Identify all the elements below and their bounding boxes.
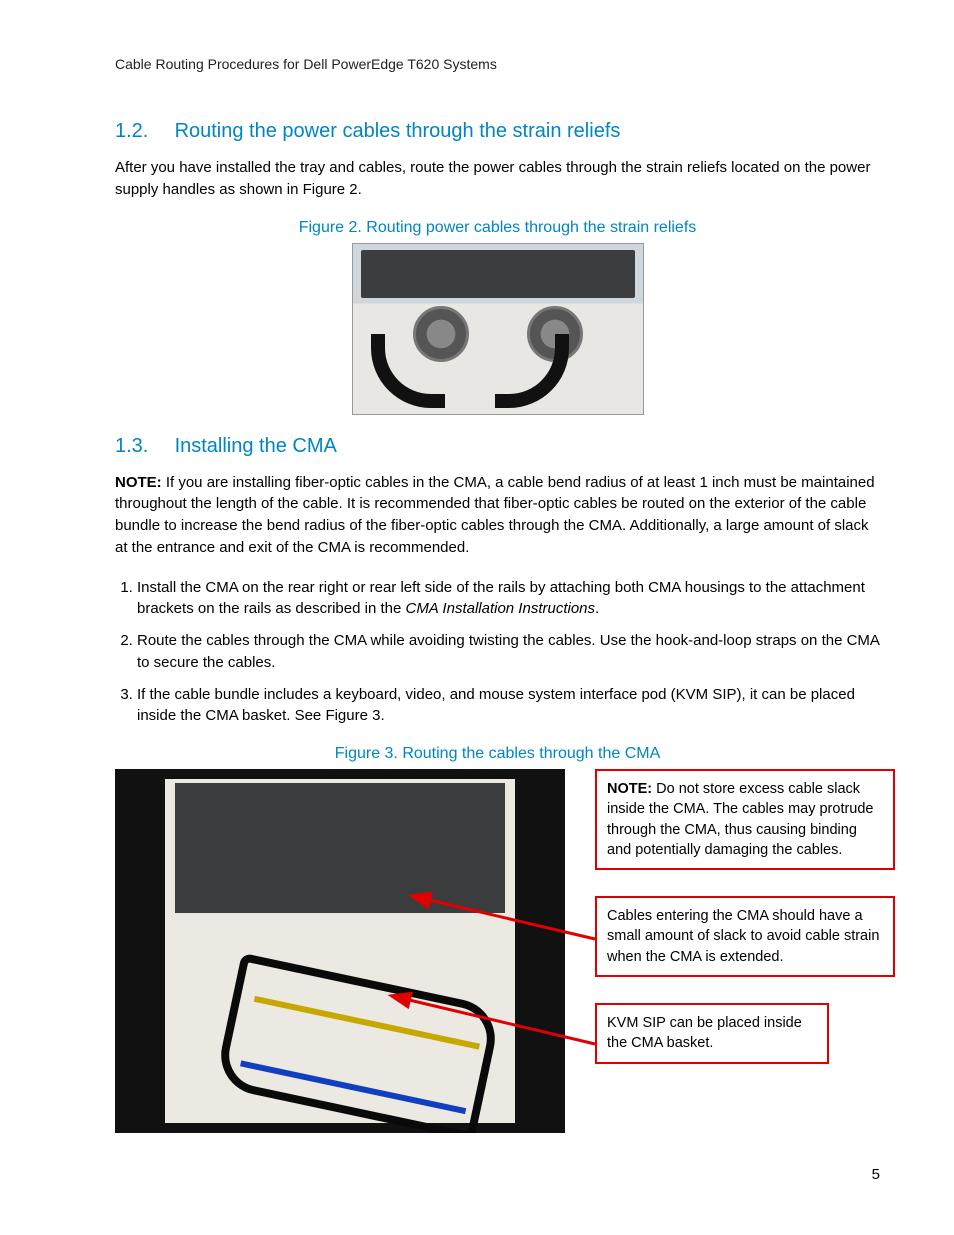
step-3-text: If the cable bundle includes a keyboard,… bbox=[137, 686, 855, 725]
running-header: Cable Routing Procedures for Dell PowerE… bbox=[115, 56, 880, 72]
figure-3-image bbox=[115, 769, 565, 1133]
step-1-italic: CMA Installation Instructions bbox=[405, 600, 595, 617]
callout-kvm-box: KVM SIP can be placed inside the CMA bas… bbox=[595, 1003, 829, 1064]
figure-2-image bbox=[352, 243, 644, 415]
section-1-2-title: Routing the power cables through the str… bbox=[175, 120, 621, 142]
figure-3-wrap: NOTE: Do not store excess cable slack in… bbox=[115, 769, 880, 1133]
section-1-3-number: 1.3. bbox=[115, 435, 169, 458]
section-1-3-heading: 1.3. Installing the CMA bbox=[115, 435, 880, 458]
step-2-text: Route the cables through the CMA while a… bbox=[137, 632, 879, 671]
step-1: Install the CMA on the rear right or rea… bbox=[137, 577, 880, 621]
section-1-2-paragraph: After you have installed the tray and ca… bbox=[115, 157, 880, 201]
step-2: Route the cables through the CMA while a… bbox=[137, 630, 880, 674]
section-1-3-note: NOTE: If you are installing fiber-optic … bbox=[115, 472, 880, 559]
step-1-post: . bbox=[595, 600, 599, 617]
figure-3-caption: Figure 3. Routing the cables through the… bbox=[115, 745, 880, 763]
callout-slack-box: Cables entering the CMA should have a sm… bbox=[595, 896, 895, 977]
section-1-2-number: 1.2. bbox=[115, 120, 169, 143]
section-1-3-title: Installing the CMA bbox=[175, 435, 337, 457]
note-body: If you are installing fiber-optic cables… bbox=[115, 474, 875, 556]
callout-1-label: NOTE: bbox=[607, 781, 652, 797]
install-steps-list: Install the CMA on the rear right or rea… bbox=[115, 577, 880, 728]
callout-note-box: NOTE: Do not store excess cable slack in… bbox=[595, 769, 895, 870]
page-number: 5 bbox=[872, 1166, 880, 1183]
figure-2-caption: Figure 2. Routing power cables through t… bbox=[115, 219, 880, 237]
note-label: NOTE: bbox=[115, 474, 162, 491]
step-3: If the cable bundle includes a keyboard,… bbox=[137, 684, 880, 728]
section-1-2-heading: 1.2. Routing the power cables through th… bbox=[115, 120, 880, 143]
